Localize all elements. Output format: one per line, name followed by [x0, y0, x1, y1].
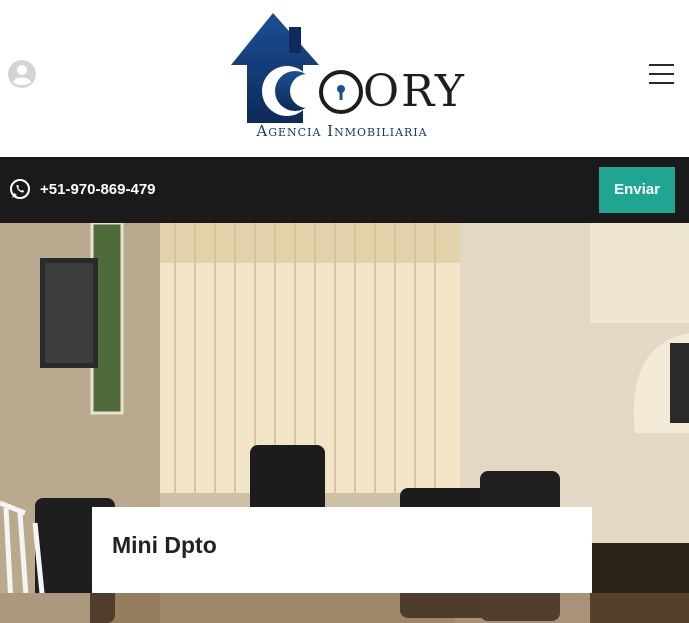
user-avatar-icon[interactable]: [8, 60, 36, 88]
send-button[interactable]: Enviar: [599, 167, 675, 213]
listing-title-card[interactable]: Mini Dpto: [92, 507, 592, 593]
whatsapp-icon[interactable]: [9, 178, 31, 200]
hamburger-menu-icon[interactable]: [647, 62, 677, 86]
site-header: ORY Agencia Inmobiliaria: [0, 0, 689, 157]
contact-bar: +51-970-869-479: [0, 157, 689, 223]
logo-wordmark: ORY: [363, 66, 466, 117]
logo-tagline: Agencia Inmobiliaria: [256, 122, 428, 140]
phone-number[interactable]: +51-970-869-479: [40, 181, 156, 198]
listing-title: Mini Dpto: [112, 532, 217, 558]
